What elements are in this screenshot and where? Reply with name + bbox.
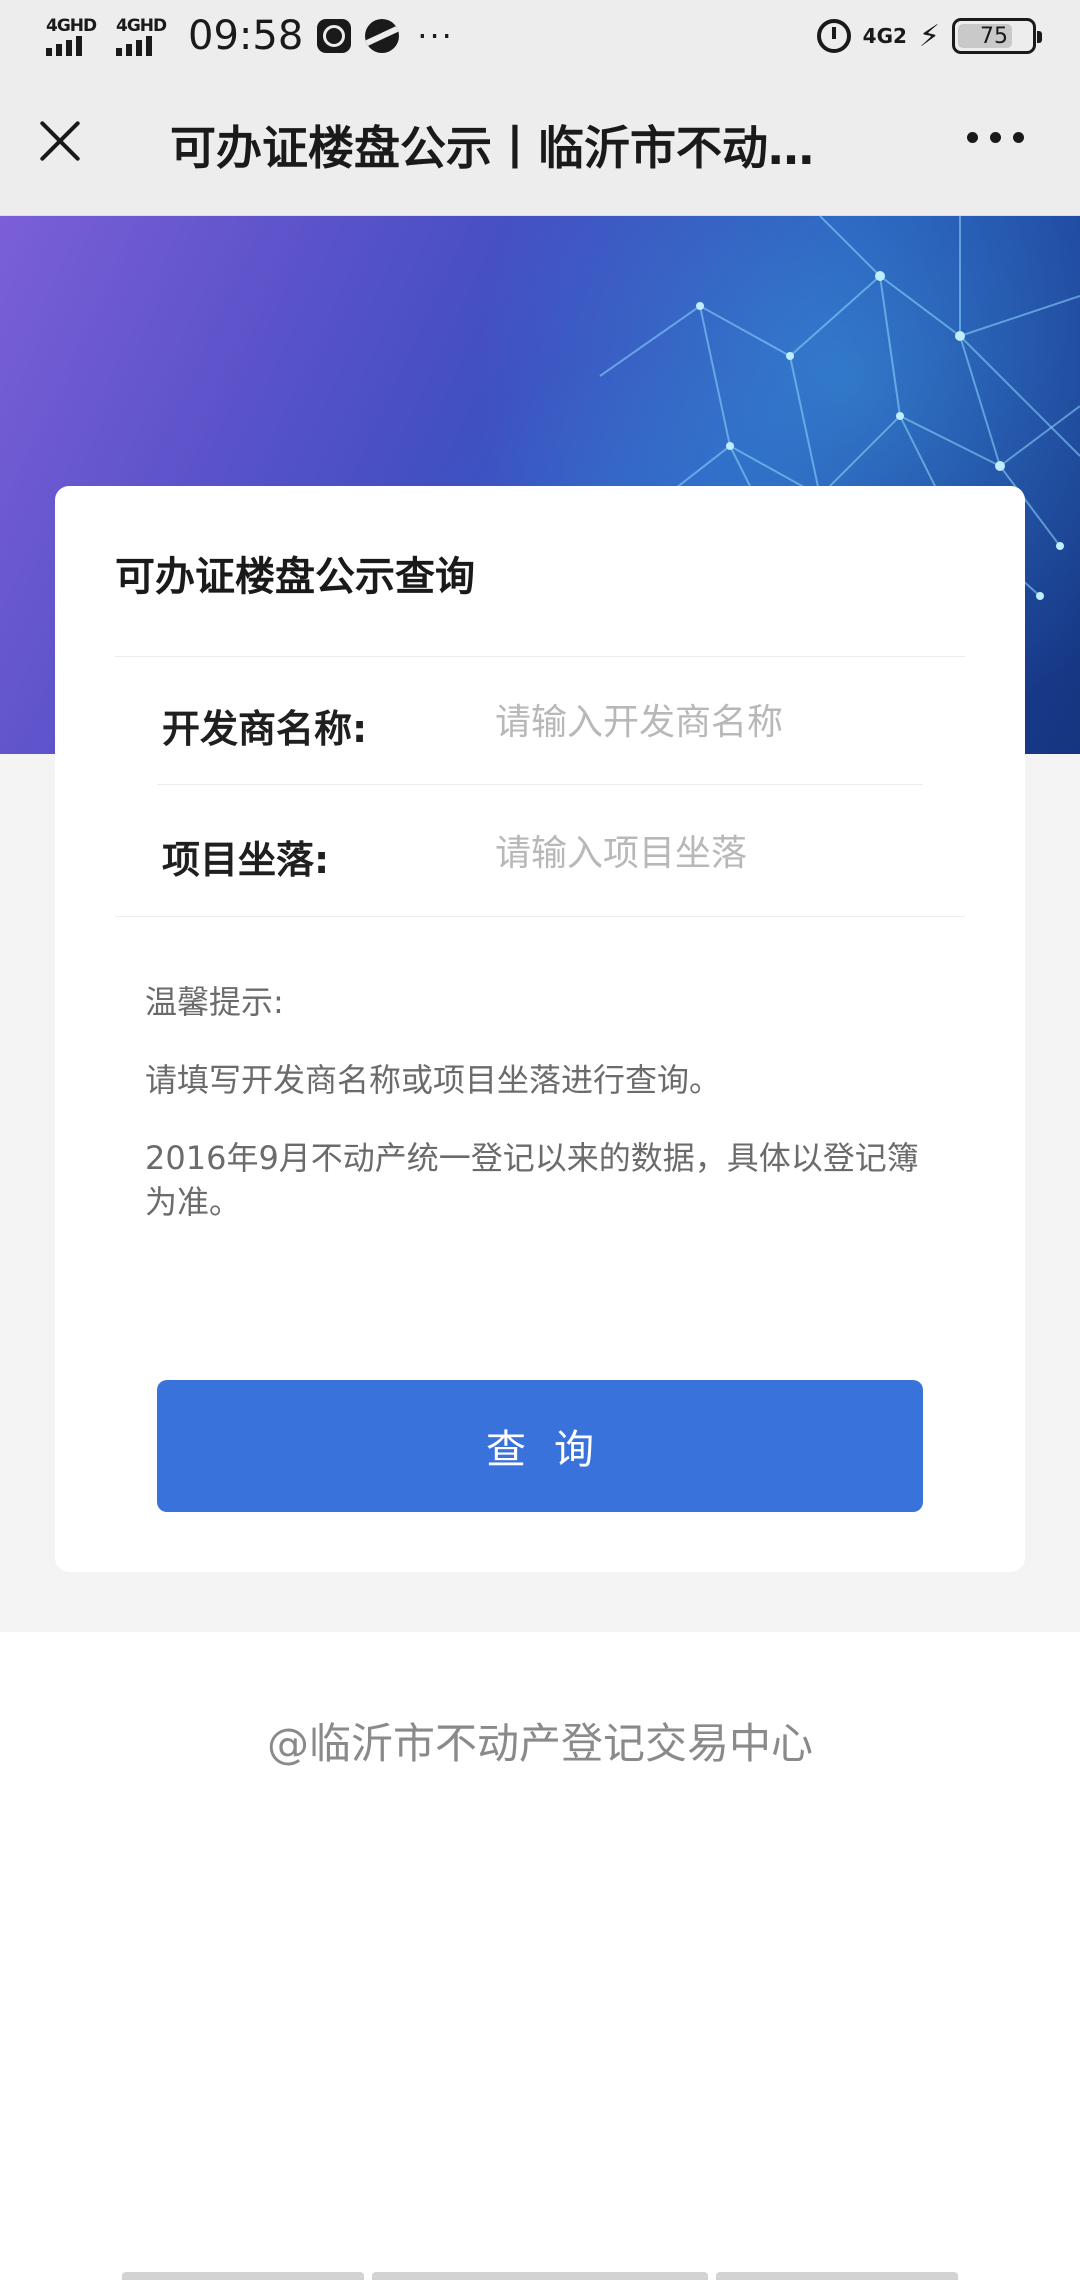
alarm-icon — [816, 19, 851, 53]
status-right: 4G2 ⚡ 75 — [816, 12, 1042, 60]
divider — [115, 916, 965, 917]
developer-name-input[interactable] — [495, 692, 935, 752]
network-type: 4GHD — [116, 16, 167, 36]
signal-icon: 4GHD — [114, 14, 170, 58]
page-title: 可办证楼盘公示丨临沂市不动… — [170, 121, 814, 175]
tips-line: 请填写开发商名称或项目坐落进行查询。 — [145, 1061, 722, 1099]
title-bar: 可办证楼盘公示丨临沂市不动… — [0, 72, 1080, 216]
tips-line: 2016年9月不动产统一登记以来的数据，具体以登记簿为准。 — [145, 1139, 919, 1221]
divider — [115, 656, 965, 657]
developer-name-label: 开发商名称: — [162, 707, 368, 751]
project-location-input[interactable] — [495, 823, 935, 883]
tips-section: 温馨提示: 请填写开发商名称或项目坐落进行查询。 2016年9月不动产统一登记以… — [145, 980, 945, 1258]
tips-heading: 温馨提示: — [145, 983, 284, 1021]
media-notification-icon — [317, 19, 352, 53]
network-type: 4GHD — [46, 16, 97, 36]
close-icon[interactable] — [30, 110, 90, 170]
status-bar: 4GHD 4GHD 09:58 ··· 4G2 ⚡ 75 — [0, 0, 1080, 72]
more-menu-icon[interactable] — [967, 132, 1024, 143]
signal-icon: 4GHD — [44, 14, 100, 58]
query-card: 可办证楼盘公示查询 开发商名称: 项目坐落: 温馨提示: 请填写开发商名称或项目… — [55, 486, 1025, 1572]
card-title: 可办证楼盘公示查询 — [115, 554, 475, 600]
battery-percent: 75 — [980, 23, 1008, 49]
project-location-label: 项目坐落: — [162, 838, 330, 882]
app-notification-icon — [365, 19, 400, 53]
battery-icon: 75 — [952, 18, 1042, 54]
charging-icon: ⚡ — [918, 18, 940, 54]
query-button[interactable]: 查询 — [157, 1380, 923, 1512]
bottom-indicator — [0, 2270, 1080, 2280]
divider — [157, 784, 923, 785]
status-left: 4GHD 4GHD 09:58 ··· — [44, 10, 454, 62]
network-type-right: 4G2 — [862, 24, 907, 48]
footer-text: @临沂市不动产登记交易中心 — [266, 1719, 813, 1768]
clock: 09:58 — [188, 13, 304, 59]
more-notifications-icon: ··· — [417, 17, 454, 55]
